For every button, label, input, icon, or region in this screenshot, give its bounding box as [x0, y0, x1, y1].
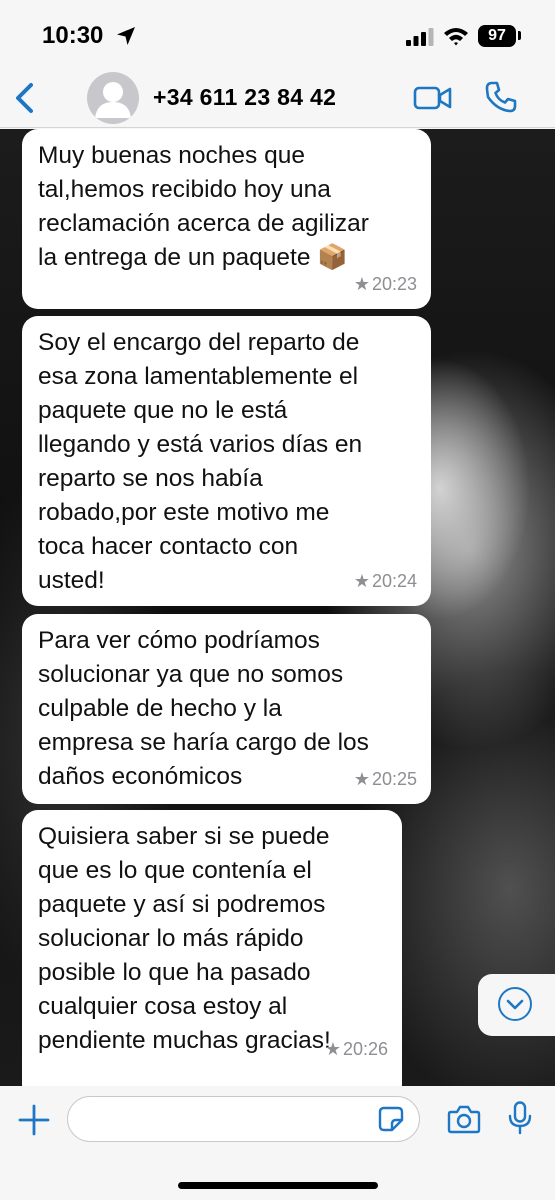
chat-area[interactable]: Muy buenas noches que tal,hemos recibido… [0, 129, 555, 1086]
battery-level: 97 [488, 27, 506, 44]
message-bubble[interactable]: Quisiera saber si se puede que es lo que… [22, 810, 402, 1086]
home-indicator [178, 1182, 378, 1189]
status-bar: 10:30 97 [0, 0, 555, 70]
battery-nub [518, 31, 521, 40]
phone-call-icon[interactable] [484, 80, 518, 114]
status-time: 10:30 [42, 22, 104, 49]
message-time: 20:25 [371, 769, 417, 789]
battery-icon: 97 [478, 25, 516, 47]
star-icon: ★ [324, 1039, 341, 1059]
avatar-placeholder-icon [95, 82, 131, 118]
message-input-bar [0, 1086, 555, 1200]
message-bubble[interactable]: Para ver cómo podríamos solucionar ya qu… [22, 614, 431, 804]
location-arrow-icon [116, 26, 136, 46]
scroll-to-bottom-button[interactable] [478, 974, 555, 1036]
message-time: 20:26 [342, 1039, 388, 1059]
message-text: Soy el encargo del reparto de esa zona l… [38, 329, 363, 594]
star-icon: ★ [353, 571, 370, 591]
message-meta: ★ 20:25 [354, 762, 417, 796]
star-icon: ★ [353, 274, 370, 294]
sticker-icon[interactable] [378, 1106, 404, 1132]
back-chevron-icon[interactable] [10, 80, 40, 116]
camera-icon[interactable] [447, 1104, 481, 1134]
star-icon: ★ [353, 769, 370, 789]
avatar[interactable] [87, 72, 139, 124]
message-text: Quisiera saber si se puede que es lo que… [38, 823, 331, 1054]
microphone-icon[interactable] [508, 1101, 532, 1135]
cellular-signal-icon [406, 28, 434, 46]
message-text: Muy buenas noches que tal,hemos recibido… [38, 142, 369, 271]
chat-header: +34 611 23 84 42 [0, 70, 555, 128]
message-bubble[interactable]: Muy buenas noches que tal,hemos recibido… [22, 129, 431, 309]
plus-icon[interactable] [18, 1104, 50, 1136]
message-time: 20:24 [371, 571, 417, 591]
message-time: 20:23 [371, 274, 417, 294]
message-meta: ★ 20:23 [354, 267, 417, 301]
message-meta: ★ 20:24 [354, 564, 417, 598]
message-input[interactable] [67, 1096, 420, 1142]
video-call-icon[interactable] [413, 83, 453, 113]
chevron-down-icon [498, 987, 532, 1021]
contact-name[interactable]: +34 611 23 84 42 [153, 84, 336, 111]
message-bubble[interactable]: Soy el encargo del reparto de esa zona l… [22, 316, 431, 606]
wifi-icon [443, 26, 469, 46]
message-meta: ★ 20:26 [325, 1032, 388, 1066]
